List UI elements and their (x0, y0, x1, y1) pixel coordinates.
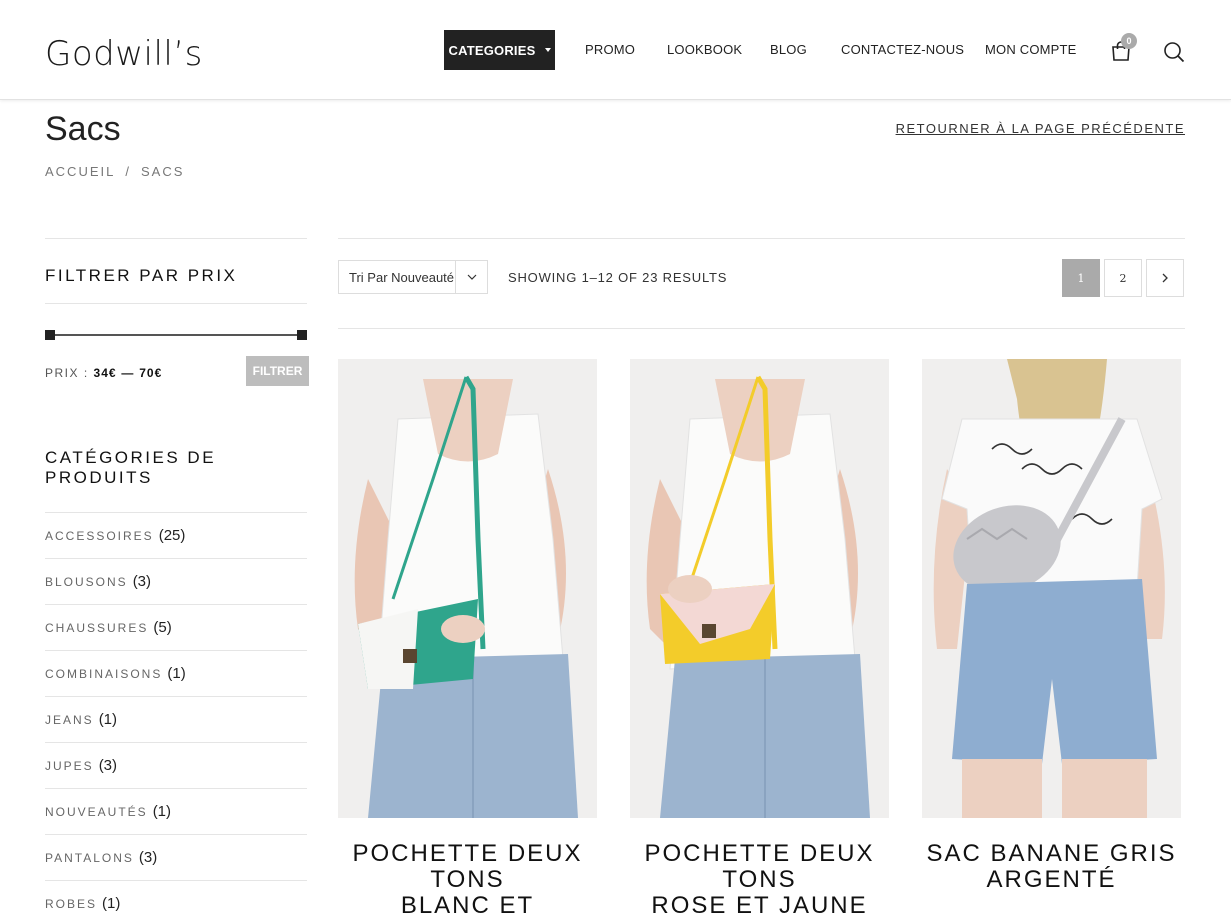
cart-count-badge: 0 (1121, 33, 1137, 49)
product-name-line1: SAC BANANE GRIS (926, 840, 1177, 867)
category-item[interactable]: COMBINAISONS (1) (45, 650, 307, 696)
category-count: (1) (98, 711, 118, 728)
breadcrumb-current: SACS (140, 164, 185, 179)
site-header: Godwill’s CATEGORIES PROMO LOOKBOOK BLOG… (0, 0, 1231, 100)
divider (338, 238, 1185, 239)
price-max-value: 70€ (139, 366, 163, 380)
category-name: JUPES (45, 758, 94, 773)
sort-select-value: Tri Par Nouveauté (349, 269, 455, 285)
slider-track (48, 334, 304, 336)
search-icon[interactable] (1163, 41, 1185, 63)
product-name-line2: BLANC ET TURQUOISE (400, 892, 535, 916)
back-link[interactable]: RETOURNER À LA PAGE PRÉCÉDENTE (896, 121, 1185, 136)
slider-max-handle[interactable] (297, 330, 307, 340)
category-item[interactable]: JEANS (1) (45, 696, 307, 742)
category-item[interactable]: BLOUSONS (3) (45, 558, 307, 604)
product-card: SAC BANANE GRIS ARGENTÉ (922, 359, 1181, 893)
product-name-line2: ARGENTÉ (986, 866, 1117, 893)
category-count: (1) (167, 665, 186, 682)
breadcrumb-separator: / (125, 164, 131, 179)
category-count: (1) (152, 803, 172, 820)
divider (45, 303, 307, 304)
category-count: (3) (98, 757, 118, 774)
category-name: PANTALONS (45, 850, 134, 865)
filter-button[interactable]: FILTRER (246, 356, 309, 386)
site-logo[interactable]: Godwill’s (45, 34, 203, 74)
category-name: JEANS (45, 712, 94, 727)
category-item[interactable]: CHAUSSURES (5) (45, 604, 307, 650)
product-card: POCHETTE DEUX TONS BLANC ET TURQUOISE (338, 359, 597, 916)
category-list: ACCESSOIRES (25) BLOUSONS (3) CHAUSSURES (5… (45, 512, 307, 916)
price-label-text: PRIX : (45, 366, 89, 380)
chevron-down-icon (455, 261, 487, 293)
category-name: ACCESSOIRES (45, 528, 154, 543)
nav-promo[interactable]: PROMO (585, 42, 635, 57)
nav-lookbook[interactable]: LOOKBOOK (667, 42, 742, 57)
category-name: ROBES (45, 896, 98, 911)
category-item[interactable]: JUPES (3) (45, 742, 307, 788)
nav-blog[interactable]: BLOG (770, 42, 807, 57)
nav-categories-button[interactable]: CATEGORIES (444, 30, 555, 70)
divider (338, 328, 1185, 329)
category-item[interactable]: PANTALONS (3) (45, 834, 307, 880)
caret-down-icon (544, 48, 551, 52)
product-name-line2: ROSE ET JAUNE (651, 892, 868, 916)
sidebar: FILTRER PAR PRIX PRIX : 34€ — 70€ FILTRE… (45, 238, 309, 916)
breadcrumb: ACCUEIL / SACS (45, 164, 184, 179)
nav-contact[interactable]: CONTACTEZ-NOUS (841, 42, 964, 57)
page-1-button[interactable]: 1 (1062, 259, 1100, 297)
category-count: (3) (132, 573, 152, 590)
category-count: (1) (102, 895, 121, 912)
category-count: (3) (138, 849, 158, 866)
product-name[interactable]: POCHETTE DEUX TONS ROSE ET JAUNE (630, 841, 889, 916)
product-name[interactable]: SAC BANANE GRIS ARGENTÉ (922, 841, 1181, 893)
results-count: SHOWING 1–12 OF 23 RESULTS (508, 270, 728, 285)
product-card: POCHETTE DEUX TONS ROSE ET JAUNE (630, 359, 889, 916)
slider-min-handle[interactable] (45, 330, 55, 340)
page-title: Sacs (45, 110, 121, 148)
price-min-value: 34€ (93, 366, 117, 380)
price-range-label: PRIX : 34€ — 70€ (45, 366, 162, 380)
price-dash: — (121, 366, 135, 380)
product-name-line1: POCHETTE DEUX TONS (352, 840, 583, 893)
category-item[interactable]: NOUVEAUTÉS (1) (45, 788, 307, 834)
nav-categories-label: CATEGORIES (448, 42, 536, 58)
categories-title: CATÉGORIES DE PRODUITS (45, 448, 217, 487)
category-name: BLOUSONS (45, 574, 128, 589)
category-count: (5) (153, 619, 172, 636)
category-name: COMBINAISONS (45, 666, 163, 681)
product-name[interactable]: POCHETTE DEUX TONS BLANC ET TURQUOISE (338, 841, 597, 916)
divider (45, 238, 307, 239)
page-2-button[interactable]: 2 (1104, 259, 1142, 297)
category-name: CHAUSSURES (45, 620, 149, 635)
next-page-button[interactable] (1146, 259, 1184, 297)
price-row: PRIX : 34€ — 70€ FILTRER (45, 356, 309, 388)
product-image[interactable] (630, 359, 889, 818)
category-count: (25) (158, 527, 186, 544)
chevron-right-icon (1162, 273, 1168, 283)
breadcrumb-home[interactable]: ACCUEIL (45, 164, 115, 179)
category-name: NOUVEAUTÉS (45, 804, 148, 819)
category-item[interactable]: ACCESSOIRES (25) (45, 512, 307, 558)
price-range-slider[interactable] (45, 330, 307, 340)
category-item[interactable]: ROBES (1) (45, 880, 307, 916)
price-filter-title: FILTRER PAR PRIX (45, 266, 238, 285)
product-name-line1: POCHETTE DEUX TONS (644, 840, 875, 893)
product-image[interactable] (338, 359, 597, 818)
product-image[interactable] (922, 359, 1181, 818)
nav-account[interactable]: MON COMPTE (985, 42, 1077, 57)
main-nav: CATEGORIES (444, 30, 555, 70)
sort-select[interactable]: Tri Par Nouveauté (338, 260, 488, 294)
